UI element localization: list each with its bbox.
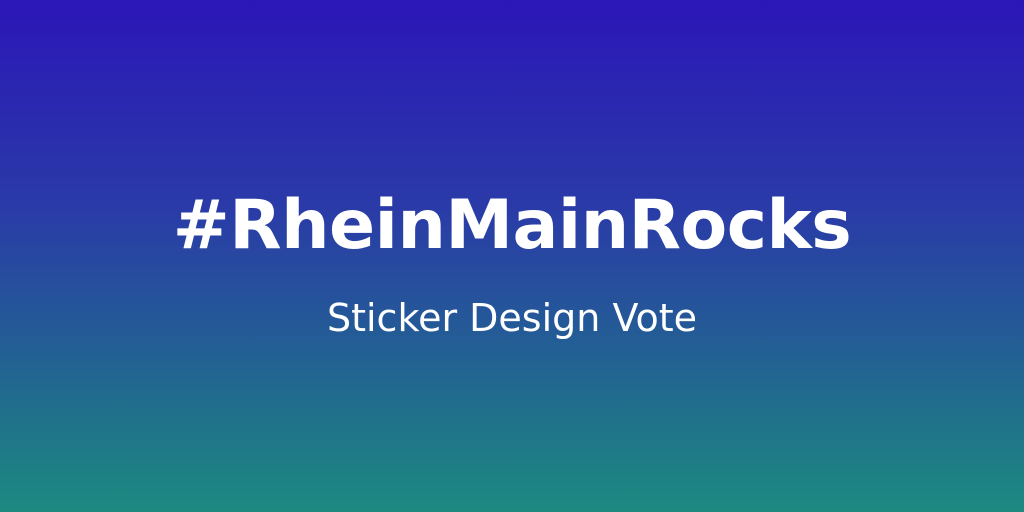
banner-title: #RheinMainRocks — [172, 186, 852, 265]
banner: #RheinMainRocks Sticker Design Vote — [0, 0, 1024, 512]
banner-subtitle: Sticker Design Vote — [326, 296, 698, 340]
